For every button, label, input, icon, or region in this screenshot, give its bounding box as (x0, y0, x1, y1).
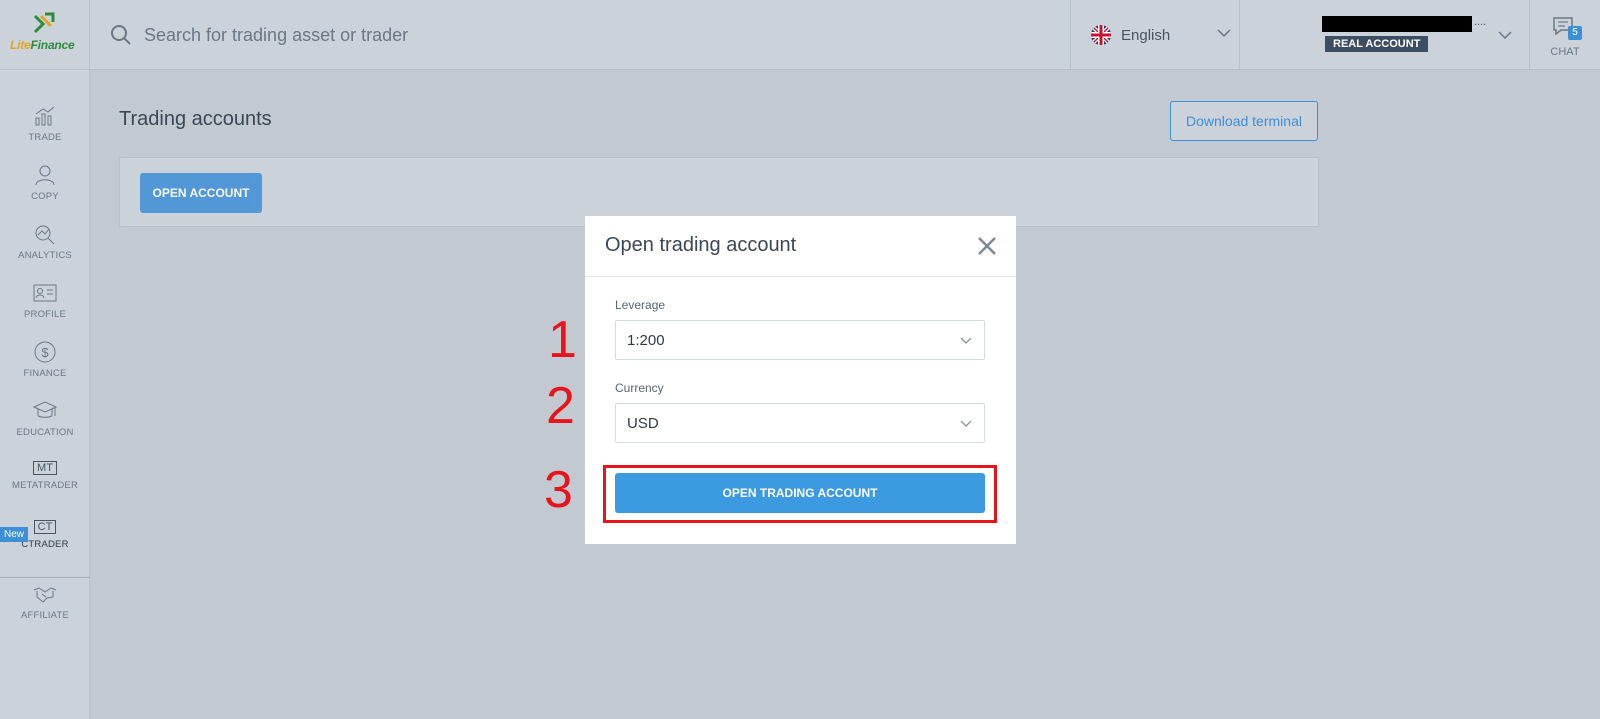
close-icon[interactable] (975, 234, 999, 258)
account-name-overflow: .... (1474, 16, 1487, 28)
svg-text:$: $ (41, 345, 49, 360)
dialog-title: Open trading account (605, 234, 797, 256)
logo-wordmark: LiteFinance (10, 38, 75, 52)
sidebar-item-label: ANALYTICS (18, 250, 72, 261)
sidebar-item-label: METATRADER (11, 480, 79, 491)
sidebar-item-ctrader[interactable]: New CT CTRADER (0, 517, 90, 575)
sidebar-item-copy[interactable]: COPY (0, 163, 90, 221)
id-card-icon (33, 284, 57, 302)
open-trading-account-button[interactable]: OPEN TRADING ACCOUNT (615, 473, 985, 513)
chevron-down-icon (1498, 31, 1512, 40)
analytics-icon (35, 225, 55, 245)
sidebar: TRADE COPY ANALYTICS PROFILE $ FINANCE E… (0, 70, 90, 719)
sidebar-item-profile[interactable]: PROFILE (0, 281, 90, 339)
graduation-cap-icon (33, 401, 57, 418)
currency-select[interactable]: USD (615, 403, 985, 443)
search-bar (90, 0, 1070, 70)
handshake-icon (33, 587, 57, 603)
sidebar-item-education[interactable]: EDUCATION (0, 399, 90, 457)
metatrader-icon: MT (33, 461, 57, 475)
sidebar-item-finance[interactable]: $ FINANCE (0, 340, 90, 398)
brand-logo[interactable]: LiteFinance (0, 0, 90, 70)
uk-flag-icon (1091, 25, 1111, 45)
language-label: English (1121, 27, 1171, 44)
currency-value: USD (627, 415, 659, 432)
new-badge: New (0, 527, 29, 542)
chat-button[interactable]: 5 CHAT (1530, 0, 1600, 70)
chevron-down-icon (1217, 29, 1231, 38)
step-number-2: 2 (546, 377, 575, 435)
sidebar-item-label: FINANCE (23, 368, 67, 379)
chart-icon (35, 106, 55, 126)
account-type-badge: REAL ACCOUNT (1325, 36, 1429, 52)
logo-mark-icon (33, 12, 55, 34)
sidebar-item-trade[interactable]: TRADE (0, 104, 90, 162)
sidebar-item-affiliate[interactable]: AFFILIATE (0, 582, 90, 640)
sidebar-item-metatrader[interactable]: MT METATRADER (0, 458, 90, 516)
account-switcher[interactable]: .... REAL ACCOUNT (1240, 0, 1530, 70)
chat-count-badge: 5 (1568, 26, 1582, 40)
download-terminal-button[interactable]: Download terminal (1170, 101, 1318, 141)
leverage-label: Leverage (615, 298, 666, 312)
leverage-value: 1:200 (627, 332, 665, 349)
sidebar-divider (0, 577, 90, 578)
sidebar-item-label: AFFILIATE (20, 610, 70, 621)
sidebar-item-label: TRADE (28, 132, 62, 143)
search-input[interactable] (144, 18, 1024, 52)
redacted-account-name (1322, 16, 1472, 32)
page-title: Trading accounts (119, 108, 272, 130)
sidebar-item-analytics[interactable]: ANALYTICS (0, 222, 90, 280)
leverage-select[interactable]: 1:200 (615, 320, 985, 360)
dialog-header: Open trading account (585, 216, 1016, 277)
open-account-dialog: Open trading account Leverage 1:200 Curr… (585, 216, 1016, 544)
top-bar: LiteFinance English .... REAL ACCOUNT (0, 0, 1600, 70)
open-account-button[interactable]: OPEN ACCOUNT (140, 173, 262, 213)
search-icon (111, 25, 131, 45)
dollar-icon: $ (34, 341, 56, 363)
sidebar-item-label: PROFILE (23, 309, 67, 320)
step-number-1: 1 (548, 311, 577, 369)
sidebar-item-label: COPY (31, 191, 59, 202)
user-icon (35, 165, 55, 186)
language-selector[interactable]: English (1070, 0, 1240, 70)
chevron-down-icon (960, 420, 972, 427)
currency-label: Currency (615, 381, 664, 395)
ctrader-icon: CT (33, 520, 57, 534)
chat-label: CHAT (1550, 46, 1580, 58)
sidebar-item-label: EDUCATION (16, 427, 74, 438)
step-number-3: 3 (544, 461, 573, 519)
chevron-down-icon (960, 337, 972, 344)
